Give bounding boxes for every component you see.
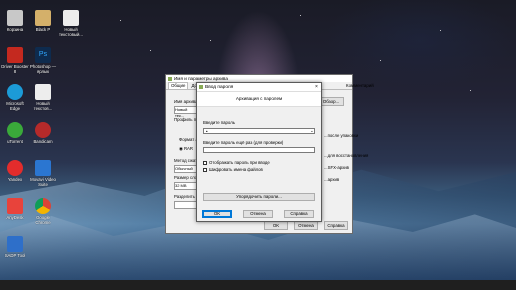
chevron-down-icon[interactable]: ⌄	[310, 128, 314, 134]
winrar-icon	[168, 76, 172, 81]
movavi[interactable]: Movavi Video Suite	[29, 160, 57, 187]
photoshop-icon: Ps	[35, 47, 51, 63]
close-icon[interactable]: ×	[312, 84, 321, 90]
photoshop[interactable]: Ps Photoshop — ярлык	[29, 47, 57, 74]
dialog-heading: Архивация с паролем	[197, 92, 321, 107]
text-file[interactable]: Новый текстовый...	[57, 10, 85, 37]
google-chrome[interactable]: Google Chrome	[29, 198, 57, 225]
option-right-2: ...для восстановления	[324, 153, 369, 158]
encrypt-names-checkbox[interactable]	[203, 168, 207, 172]
archive-cancel-button[interactable]: Отмена	[294, 221, 318, 230]
text-file-icon	[63, 10, 79, 26]
enter-password-label: Введите пароль	[203, 120, 235, 125]
movavi-icon	[35, 160, 51, 176]
reenter-password-input[interactable]	[203, 147, 315, 153]
organize-passwords-button[interactable]: Упорядочить пароли...	[203, 193, 315, 201]
password-input[interactable]: •	[203, 128, 315, 134]
archive-ok-button[interactable]: OK	[264, 221, 288, 230]
utorrent[interactable]: uTorrent	[1, 122, 29, 144]
help-button[interactable]: Справка	[284, 210, 314, 218]
text-file-2[interactable]: Новый текстов...	[29, 84, 57, 111]
archive-window-titlebar[interactable]: Имя и параметры архива	[166, 75, 352, 82]
ok-button[interactable]: OK	[202, 210, 232, 218]
microsoft-edge[interactable]: Microsoft Edge	[1, 84, 29, 111]
recycle-bin[interactable]: Корзина	[1, 10, 29, 32]
password-dialog-titlebar[interactable]: Ввод пароля ×	[197, 83, 321, 92]
option-right-1: ...после упаковки	[324, 133, 359, 138]
desktop: Корзина Black P Новый текстовый... Drive…	[0, 0, 516, 280]
encrypt-names-label: Шифровать имена файлов	[209, 167, 263, 172]
taskbar	[0, 280, 516, 290]
bandicam[interactable]: Bandicam	[29, 122, 57, 144]
yandex-icon	[7, 160, 23, 176]
option-right-4: ...архив	[324, 177, 340, 182]
text-file-2-icon	[35, 84, 51, 100]
recycle-bin-icon	[7, 10, 23, 26]
chrome-icon	[35, 198, 51, 214]
option-right-3: ...SFX-архив	[324, 165, 349, 170]
bandicam-icon	[35, 122, 51, 138]
archive-name-input[interactable]: Новый тек...	[174, 106, 198, 118]
edge-icon	[7, 84, 23, 100]
winrar-icon	[199, 85, 203, 89]
utorrent-icon	[7, 122, 23, 138]
tab-general[interactable]: Общие	[168, 82, 189, 89]
sadp-tool[interactable]: SADP Tool	[1, 236, 29, 258]
method-select[interactable]: Обычный	[174, 165, 198, 173]
archive-help-button[interactable]: Справка	[324, 221, 348, 230]
show-password-label: Отображать пароль при вводе	[209, 160, 270, 165]
black-p-file[interactable]: Black P	[29, 10, 57, 32]
driver-booster-icon	[7, 47, 23, 63]
dict-select[interactable]: 32 MB	[174, 182, 198, 190]
anydesk[interactable]: AnyDesk	[1, 198, 29, 220]
reenter-password-label: Введите пароль ещё раз (для проверки)	[203, 140, 284, 145]
anydesk-icon	[7, 198, 23, 214]
password-dialog: Ввод пароля × Архивация с паролем Введит…	[196, 82, 322, 222]
tab-comment[interactable]: Комментарий	[344, 83, 376, 89]
black-p-file-icon	[35, 10, 51, 26]
format-rar-radio[interactable]: ◉ RAR	[179, 146, 193, 152]
cancel-button[interactable]: Отмена	[243, 210, 273, 218]
split-input[interactable]	[174, 201, 198, 209]
archive-name-label: Имя архива	[174, 99, 198, 104]
driver-booster[interactable]: Driver Booster 8	[1, 47, 29, 74]
sadp-tool-icon	[7, 236, 23, 252]
show-password-checkbox[interactable]	[203, 161, 207, 165]
yandex[interactable]: Yandex	[1, 160, 29, 182]
